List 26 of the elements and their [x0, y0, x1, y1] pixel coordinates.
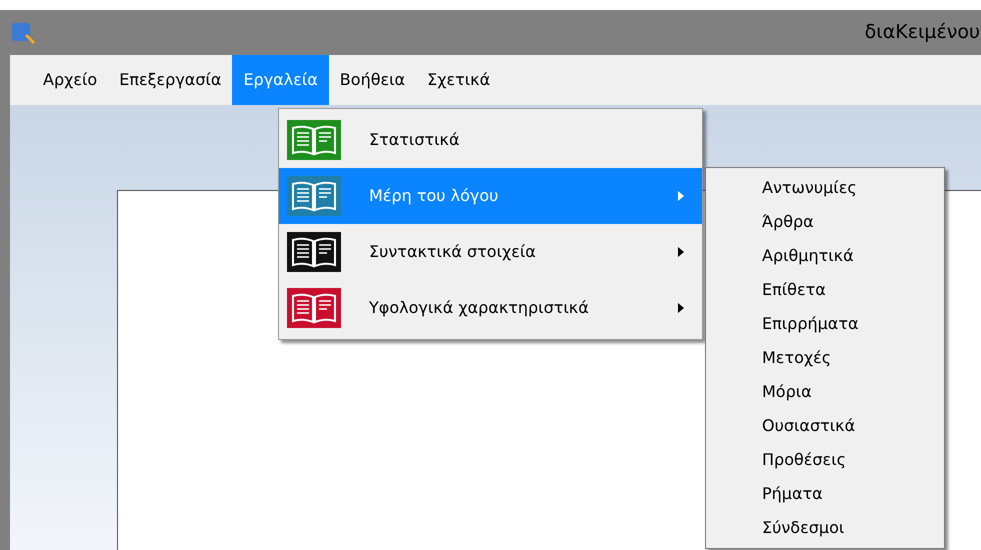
submenu-item[interactable]: Επίθετα	[706, 273, 944, 307]
menu-item[interactable]: Επεξεργασία	[108, 55, 232, 105]
book-icon	[287, 288, 341, 328]
book-icon	[287, 232, 341, 272]
menu-item[interactable]: Βοήθεια	[328, 55, 416, 105]
submenu-item[interactable]: Αντωνυμίες	[706, 171, 944, 205]
submenu-item[interactable]: Μόρια	[706, 375, 944, 409]
submenu-item[interactable]: Αριθμητικά	[706, 239, 944, 273]
dropdown-item[interactable]: Στατιστικά	[279, 112, 702, 168]
submenu-item[interactable]: Προθέσεις	[706, 443, 944, 477]
submenu-item[interactable]: Άρθρα	[706, 205, 944, 239]
book-icon	[287, 120, 341, 160]
submenu-item[interactable]: Μετοχές	[706, 341, 944, 375]
menu-item[interactable]: Σχετικά	[416, 55, 502, 105]
submenu-item[interactable]: Ουσιαστικά	[706, 409, 944, 443]
window-title: διαΚειμένου	[864, 20, 981, 46]
dropdown-item[interactable]: Υφολογικά χαρακτηριστικά	[279, 280, 702, 336]
menu-item[interactable]: Αρχείο	[32, 55, 108, 105]
app-icon	[10, 20, 36, 44]
book-icon	[287, 176, 341, 216]
dropdown-item[interactable]: Συντακτικά στοιχεία	[279, 224, 702, 280]
submenu-item[interactable]: Επιρρήματα	[706, 307, 944, 341]
dropdown-item[interactable]: Μέρη του λόγου	[279, 168, 702, 224]
submenu-item[interactable]: Ρήματα	[706, 477, 944, 511]
submenu-item[interactable]: Σύνδεσμοι	[706, 511, 944, 545]
menu-item[interactable]: Εργαλεία	[232, 55, 329, 105]
